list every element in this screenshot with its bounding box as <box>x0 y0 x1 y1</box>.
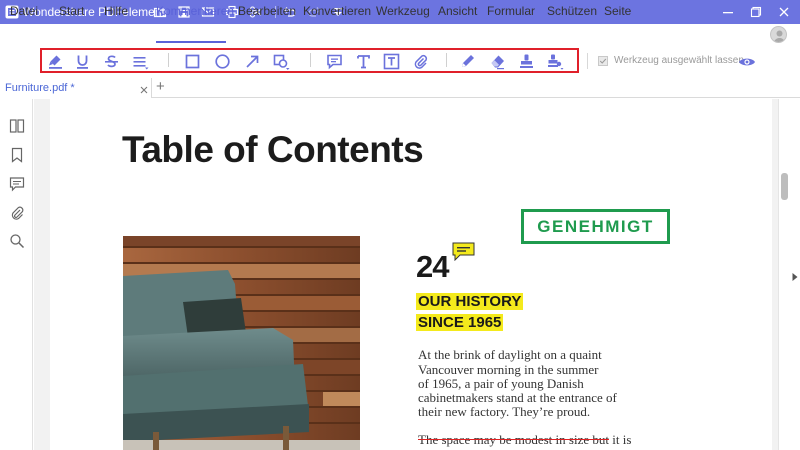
arrow-icon[interactable] <box>242 51 262 71</box>
menu-start[interactable]: Start <box>59 4 84 18</box>
eraser-icon[interactable] <box>487 51 507 71</box>
collapse-right-panel-icon[interactable] <box>792 268 798 281</box>
ribbon-separator <box>446 53 447 67</box>
document-title: Table of Contents <box>122 129 424 170</box>
attachments-icon[interactable] <box>8 204 26 222</box>
signature-stamp-icon[interactable] <box>545 51 565 71</box>
checkmark-icon <box>599 58 607 64</box>
comments-icon[interactable] <box>8 175 26 193</box>
menu-schuetzen[interactable]: Schützen <box>547 4 597 18</box>
keep-tool-label: Werkzeug ausgewählt lassen <box>614 55 744 66</box>
close-tab-icon[interactable] <box>139 82 149 94</box>
menu-bar <box>0 24 800 46</box>
app-title: Wondershare PDFelement <box>23 5 165 19</box>
typewriter-icon[interactable] <box>353 51 373 71</box>
strikethrough-icon[interactable] <box>101 51 121 71</box>
tab-label: Furniture.pdf * <box>5 82 75 94</box>
menu-werkzeug[interactable]: Werkzeug <box>376 4 430 18</box>
close-icon <box>779 7 789 17</box>
bookmark-icon[interactable] <box>8 146 26 164</box>
scrollbar-thumb[interactable] <box>781 173 788 200</box>
shape-dropdown-icon[interactable] <box>271 51 291 71</box>
pencil-icon[interactable] <box>457 51 477 71</box>
ribbon-separator <box>168 53 169 67</box>
sticky-note-icon[interactable] <box>324 51 344 71</box>
menu-datei[interactable]: Datei <box>10 4 38 18</box>
oval-icon[interactable] <box>212 51 232 71</box>
rectangle-icon[interactable] <box>182 51 202 71</box>
strikethrough-text[interactable]: The space may be modest in size but <box>418 432 609 447</box>
active-menu-indicator <box>156 41 226 43</box>
highlight-icon[interactable] <box>45 51 65 71</box>
sticky-note-annotation-icon[interactable] <box>452 242 475 261</box>
stamp-icon[interactable] <box>516 51 536 71</box>
stamp-text: GENEHMIGT <box>537 216 654 236</box>
keep-tool-checkbox[interactable] <box>598 56 608 66</box>
highlighted-heading-line-1[interactable]: OUR HISTORY <box>416 293 524 310</box>
body-text-line: of 1965, a pair of young Danish <box>418 376 584 391</box>
ribbon-separator <box>587 53 588 69</box>
menu-bearbeiten[interactable]: Bearbeiten <box>238 4 296 18</box>
menu-formular[interactable]: Formular <box>487 4 535 18</box>
page-number-label: 24 <box>416 249 449 284</box>
menu-kommentieren[interactable]: Kommentieren <box>156 4 234 18</box>
highlighted-heading-line-2[interactable]: SINCE 1965 <box>416 314 504 331</box>
close-window-button[interactable] <box>766 0 800 24</box>
add-tab-button[interactable]: + <box>156 79 168 94</box>
armchair-photo <box>123 236 360 450</box>
menu-konvertieren[interactable]: Konvertieren <box>303 4 371 18</box>
textbox-icon[interactable] <box>381 51 401 71</box>
ribbon-separator <box>310 53 311 67</box>
body-text-fragment: it is <box>608 432 632 447</box>
maximize-icon <box>750 6 762 18</box>
body-text-line: At the brink of daylight on a quaint <box>418 347 602 362</box>
underline-icon[interactable] <box>72 51 92 71</box>
text-lines-icon[interactable] <box>130 51 150 71</box>
menu-ansicht[interactable]: Ansicht <box>438 4 477 18</box>
menu-seite[interactable]: Seite <box>604 4 631 18</box>
attachment-icon[interactable] <box>410 51 430 71</box>
search-icon[interactable] <box>8 232 26 250</box>
menu-hilfe[interactable]: Hilfe <box>104 4 128 18</box>
approved-stamp[interactable]: GENEHMIGT <box>521 209 670 244</box>
body-text-line: cabinetmakers stand at the entrance of <box>418 390 617 405</box>
eye-icon[interactable] <box>738 55 756 67</box>
user-avatar[interactable] <box>770 26 787 43</box>
body-text-line: The space may be modest in size but it i… <box>418 433 631 447</box>
page-thumbnails-icon[interactable] <box>8 117 26 135</box>
minimize-icon <box>723 12 733 14</box>
body-text-line: their new factory. They’re proud. <box>418 404 591 419</box>
body-text-line: Vancouver morning in the summer <box>418 362 599 377</box>
